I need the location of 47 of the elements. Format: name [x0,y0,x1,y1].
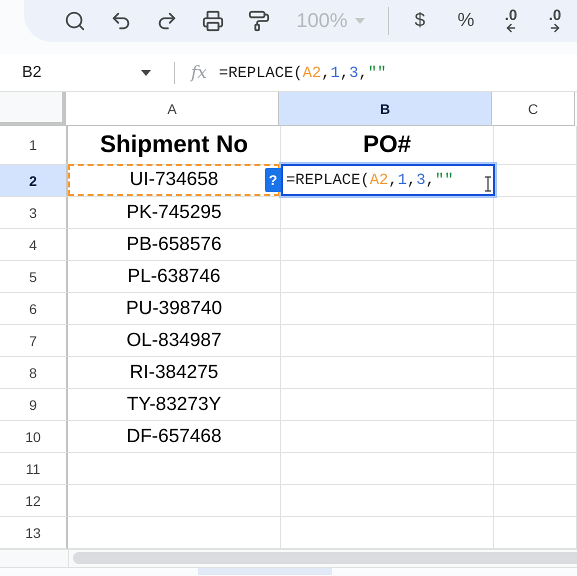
row-header[interactable]: 2 [0,165,68,197]
table-cell: PK-745295 [126,202,222,224]
row-header[interactable]: 9 [0,389,68,421]
caret-icon [354,17,366,25]
column-header[interactable]: C [492,92,575,126]
table-cell: RI-384275 [130,362,218,384]
row-header[interactable]: 3 [0,197,68,229]
formula-input[interactable]: =REPLACE(A2,1,3,"" [218,64,386,82]
printer-icon [202,10,224,32]
arrow-icon [504,22,517,34]
format-button[interactable]: $ [396,5,443,37]
help-hint[interactable]: ? [265,168,281,192]
table-cell: OL-834987 [126,330,222,352]
undo-icon [110,10,132,32]
column-title: PO# [362,131,412,159]
table-cell: PB-658576 [126,234,222,256]
search-icon [64,10,86,32]
column-header[interactable]: A [66,92,279,126]
column-header[interactable]: B [279,92,492,126]
row-header[interactable]: 5 [0,261,68,293]
row-header[interactable]: 6 [0,293,68,325]
redo-icon [156,10,178,32]
row-header[interactable]: 10 [0,421,68,453]
caret-icon[interactable] [140,68,152,76]
column-title: Shipment No [100,131,248,159]
function-label: fx [191,62,207,82]
table-cell: TY-83273Y [126,394,222,416]
arrow-icon [548,22,561,34]
table-cell: DF-657468 [126,426,222,448]
decrease-decimal-button[interactable]: .0 [488,5,533,37]
table-cell: UI-734658 [130,169,218,191]
row-header[interactable]: 12 [0,485,68,517]
text-cursor-icon [485,176,491,192]
scrollbar-thumb[interactable] [73,552,577,564]
row-header[interactable]: 4 [0,229,68,261]
table-cell: PU-398740 [126,298,222,320]
row-header[interactable]: 8 [0,357,68,389]
row-header[interactable]: 1 [0,126,68,165]
row-header[interactable]: 7 [0,325,68,357]
row-header[interactable]: 11 [0,453,68,485]
format-button[interactable]: % [442,5,489,37]
paint-roller-icon [248,10,270,32]
cell-reference[interactable]: B2 [0,64,140,82]
table-cell: PL-638746 [128,266,220,288]
cell-editor[interactable]: =REPLACE(A2,1,3,"" [281,164,495,196]
increase-decimal-button[interactable]: .0 [532,5,577,37]
row-header[interactable]: 13 [0,517,68,549]
